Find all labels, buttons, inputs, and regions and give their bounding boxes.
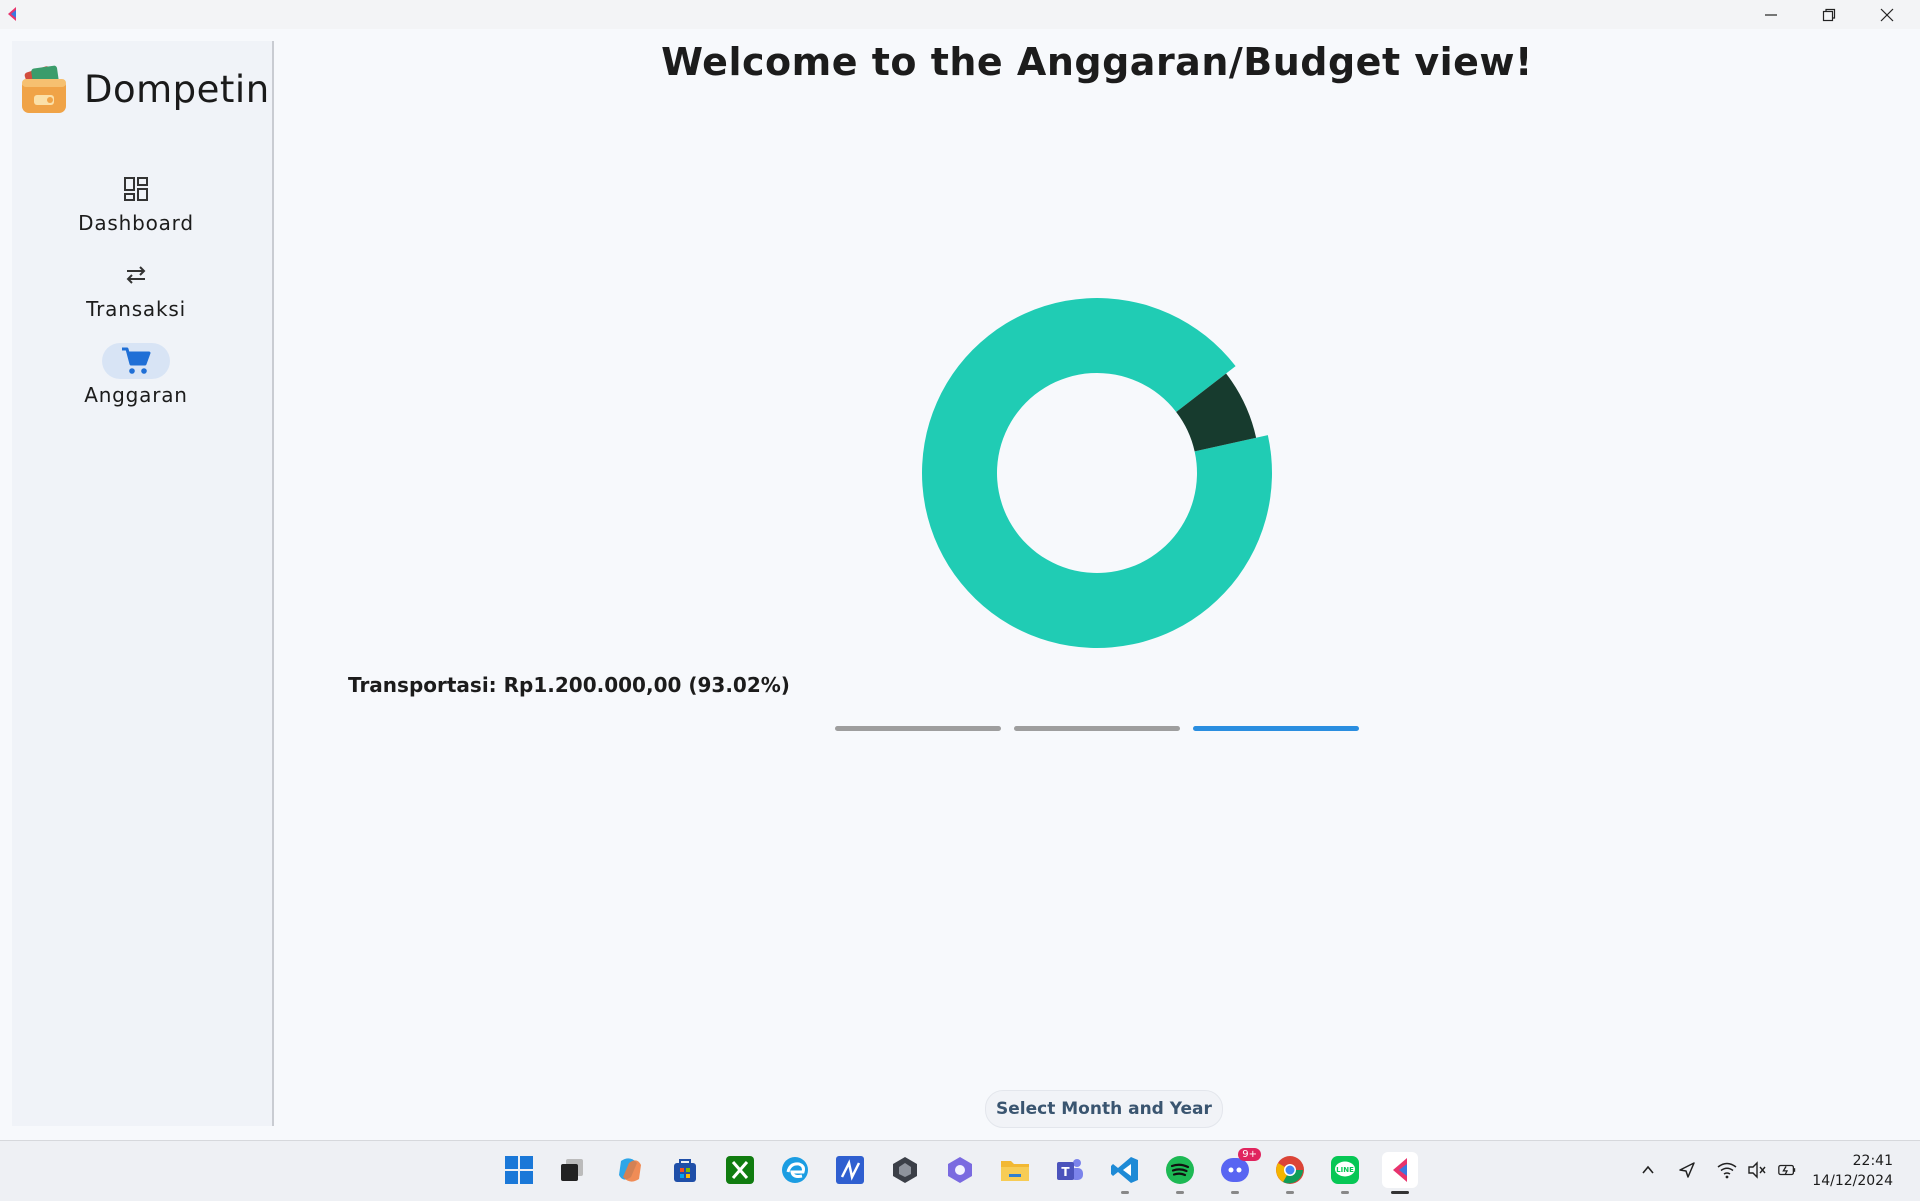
nav-label-transaksi: Transaksi: [86, 297, 186, 321]
taskbar: T 9+ LINE 22:41 14/12/2024: [0, 1140, 1920, 1201]
discord-icon[interactable]: 9+: [1217, 1148, 1261, 1194]
brand: Dompetin: [20, 63, 270, 115]
nav-icon-container: [102, 257, 170, 293]
clock-date: 14/12/2024: [1812, 1173, 1893, 1189]
clock-time: 22:41: [1852, 1153, 1893, 1169]
running-indicator: [1341, 1191, 1349, 1194]
minimize-icon: [1765, 13, 1777, 16]
nav-item-dashboard[interactable]: Dashboard: [12, 171, 260, 235]
windows-start-icon[interactable]: [501, 1152, 537, 1188]
restore-button[interactable]: [1800, 0, 1858, 29]
close-button[interactable]: [1858, 0, 1916, 29]
spotify-icon[interactable]: [1162, 1152, 1198, 1194]
nav-icon-container: [102, 171, 170, 207]
page-indicator-segment-2[interactable]: [1014, 726, 1180, 731]
minimize-button[interactable]: [1742, 0, 1800, 29]
line-icon[interactable]: LINE: [1327, 1152, 1363, 1194]
page-indicator-segment-3[interactable]: [1193, 726, 1359, 731]
running-indicator: [1121, 1191, 1129, 1194]
nav-item-anggaran[interactable]: Anggaran: [12, 343, 260, 407]
notification-badge: 9+: [1238, 1148, 1261, 1161]
dompetin-taskbar-icon[interactable]: [1382, 1152, 1418, 1194]
task-view-icon[interactable]: [554, 1152, 590, 1188]
battery-icon[interactable]: [1777, 1160, 1797, 1180]
chevron-up-icon[interactable]: [1638, 1160, 1658, 1180]
nav-item-transaksi[interactable]: Transaksi: [12, 257, 260, 321]
file-explorer-icon[interactable]: [997, 1152, 1033, 1188]
nav-label-dashboard: Dashboard: [78, 211, 194, 235]
svg-text:LINE: LINE: [1336, 1166, 1354, 1174]
nav-icon-container-active: [102, 343, 170, 379]
title-bar: [0, 0, 1920, 29]
running-indicator: [1231, 1191, 1239, 1194]
dashboard-grid-icon: [124, 177, 148, 201]
speaker-muted-icon[interactable]: [1747, 1160, 1767, 1180]
svg-text:T: T: [1061, 1165, 1070, 1179]
edge-icon[interactable]: [777, 1152, 813, 1188]
chrome-icon[interactable]: [1272, 1152, 1308, 1194]
selected-category-caption: Transportasi: Rp1.200.000,00 (93.02%): [348, 673, 790, 697]
dompetin-app-icon: [8, 7, 16, 21]
wifi-icon[interactable]: [1717, 1160, 1737, 1180]
navigation-sidebar: Dompetin Dashboard Transaksi Anggaran: [12, 41, 274, 1126]
visual-studio-icon[interactable]: [832, 1152, 868, 1188]
system-clock[interactable]: 22:41 14/12/2024: [1812, 1151, 1893, 1191]
microsoft-store-icon[interactable]: [667, 1152, 703, 1188]
wallet-logo: [22, 65, 66, 113]
swap-arrows-icon: [126, 266, 146, 284]
nav-label-anggaran: Anggaran: [84, 383, 188, 407]
brand-name: Dompetin: [84, 67, 270, 111]
donut-svg: [922, 298, 1272, 648]
unity-icon[interactable]: [887, 1152, 923, 1188]
running-indicator: [1286, 1191, 1294, 1194]
close-icon: [1880, 8, 1894, 21]
xbox-icon[interactable]: [722, 1152, 758, 1188]
vscode-icon[interactable]: [1107, 1152, 1143, 1194]
restore-icon: [1822, 8, 1836, 21]
page-indicator-segment-1[interactable]: [835, 726, 1001, 731]
donut-slice-0[interactable]: [922, 298, 1272, 648]
page-title: Welcome to the Anggaran/Budget view!: [661, 40, 1533, 84]
page-indicator: [835, 726, 1359, 732]
teams-icon[interactable]: T: [1052, 1152, 1088, 1188]
shopping-cart-icon: [122, 347, 151, 374]
location-icon[interactable]: [1677, 1160, 1697, 1180]
budget-donut-chart[interactable]: [920, 296, 1274, 650]
copilot-icon[interactable]: [612, 1152, 648, 1188]
select-month-year-button[interactable]: Select Month and Year: [985, 1090, 1223, 1128]
running-indicator: [1176, 1191, 1184, 1194]
photos-icon[interactable]: [942, 1152, 978, 1188]
active-indicator: [1391, 1191, 1409, 1194]
